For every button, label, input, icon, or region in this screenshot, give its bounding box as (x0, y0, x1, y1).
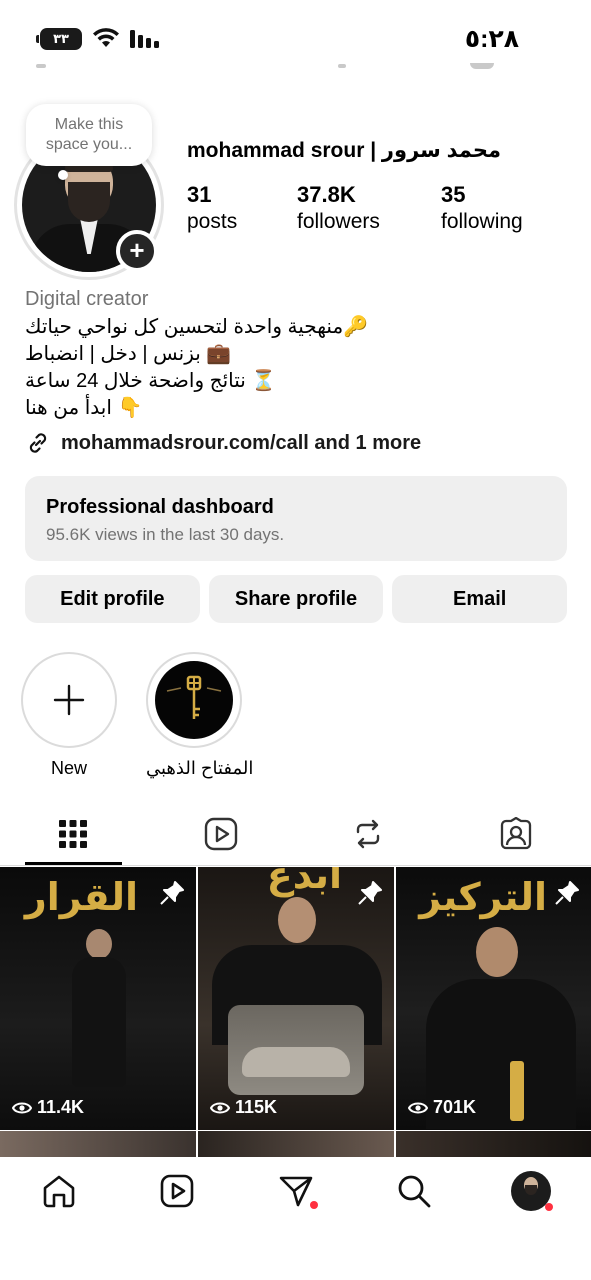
post-views-value: 701K (433, 1097, 477, 1117)
key-icon (166, 675, 222, 719)
dashboard-subtitle: 95.6K views in the last 30 days. (46, 525, 285, 544)
stat-value: 35 (441, 182, 466, 207)
stat-label: following (441, 210, 523, 233)
battery-level: ٣٣ (53, 31, 69, 46)
email-button[interactable]: Email (392, 575, 568, 623)
eye-icon (210, 1102, 230, 1113)
wifi-icon (93, 28, 119, 47)
notification-dot (545, 1203, 553, 1211)
tagged-icon (500, 817, 532, 850)
status-time: ٥:٢٨ (464, 25, 519, 53)
eye-icon (408, 1102, 428, 1113)
reposts-icon (356, 819, 380, 849)
pin-icon (160, 881, 184, 905)
edit-profile-button[interactable]: Edit profile (25, 575, 200, 623)
bio-line: ⏳ نتائج واضحة خلال 24 ساعة (25, 370, 277, 392)
post-title: ابدع (266, 867, 342, 897)
stat-posts[interactable]: 31 posts (187, 182, 237, 236)
bio-line: 💼 بزنس | دخل | انضباط (25, 343, 232, 365)
highlight-label: New (50, 758, 87, 778)
tab-grid[interactable] (53, 814, 93, 854)
post-tile-partial[interactable] (0, 1131, 196, 1157)
battery-icon: ٣٣ (36, 28, 82, 50)
profile-bio: 🔑منهجية واحدة لتحسين كل نواحي حياتك 💼 بز… (25, 314, 368, 422)
profile-actions: Edit profile Share profile Email (25, 575, 568, 623)
profile-link-text: mohammadsrour.com/call and 1 more (61, 431, 422, 454)
tab-reposts[interactable] (348, 814, 388, 854)
highlight-golden-key[interactable]: المفتاح الذهبي (146, 652, 254, 779)
nav-messages[interactable] (276, 1171, 318, 1211)
stat-value: 37.8K (297, 182, 356, 207)
eye-icon (12, 1102, 32, 1113)
reels-icon (160, 1174, 194, 1208)
stat-value: 31 (187, 182, 212, 207)
profile-link[interactable]: mohammadsrour.com/call and 1 more (25, 430, 421, 456)
note-bubble-tail (58, 170, 68, 180)
notification-dot (310, 1201, 318, 1209)
nav-search[interactable] (394, 1171, 434, 1211)
nav-profile[interactable] (511, 1171, 553, 1211)
post-view-count: 11.4K (12, 1097, 84, 1118)
search-icon (398, 1175, 431, 1208)
stat-label: followers (297, 210, 380, 233)
professional-dashboard[interactable]: Professional dashboard 95.6K views in th… (25, 476, 567, 561)
tab-reels[interactable] (201, 814, 241, 854)
post-tile[interactable]: التركيز 701K (396, 867, 591, 1130)
nav-reels[interactable] (157, 1171, 197, 1211)
share-profile-button[interactable]: Share profile (208, 575, 384, 623)
profile-username: mohammad srour | محمد سرور (187, 139, 501, 162)
post-figure (68, 929, 130, 1089)
stat-following[interactable]: 35 following (441, 182, 523, 236)
stat-label: posts (187, 210, 238, 233)
grid-icon (59, 820, 87, 848)
post-views-value: 11.4K (37, 1097, 85, 1117)
post-views-value: 115K (235, 1097, 278, 1117)
bio-line: 👇 ابدأ من هنا (25, 397, 143, 419)
add-story-button[interactable]: + (116, 230, 158, 272)
link-icon (29, 433, 47, 453)
post-figure (198, 897, 394, 1130)
home-icon (43, 1175, 75, 1208)
header-remnant-mark (338, 64, 346, 68)
nav-home[interactable] (39, 1171, 79, 1211)
post-tile[interactable]: ابدع 115K (198, 867, 394, 1130)
post-view-count: 701K (408, 1097, 476, 1118)
messages-icon (279, 1176, 313, 1207)
tab-tagged[interactable] (496, 814, 536, 854)
highlight-circle (21, 652, 117, 748)
stat-followers[interactable]: 37.8K followers (297, 182, 380, 236)
highlight-new[interactable]: New (21, 652, 117, 779)
signal-icon (130, 30, 159, 48)
post-title: التركيز (419, 875, 547, 919)
golden-key-cover (155, 661, 233, 739)
header-remnant-mark (470, 63, 494, 69)
post-tile[interactable]: القرار 11.4K (0, 867, 196, 1130)
post-tile-partial[interactable] (198, 1131, 394, 1157)
reels-icon (204, 817, 238, 851)
bio-line: 🔑منهجية واحدة لتحسين كل نواحي حياتك (25, 316, 369, 338)
header-remnant-mark (36, 64, 46, 68)
post-tile-partial[interactable] (396, 1131, 591, 1157)
dashboard-title: Professional dashboard (46, 496, 274, 518)
plus-icon (53, 684, 85, 716)
post-view-count: 115K (210, 1097, 277, 1118)
posts-grid: القرار 11.4K ابدع 115K التركيز 701K (0, 867, 591, 1157)
active-tab-indicator (25, 862, 122, 865)
pin-icon (555, 881, 579, 905)
header-remnant (0, 58, 591, 76)
highlight-label: المفتاح الذهبي (146, 758, 254, 778)
avatar-beard (68, 182, 110, 222)
profile-tabs (0, 800, 591, 866)
note-placeholder: Make this space you... (45, 116, 133, 153)
post-title: القرار (24, 875, 138, 919)
bottom-navigation (0, 1157, 591, 1280)
profile-category: Digital creator (25, 288, 149, 310)
highlight-circle (146, 652, 242, 748)
note-bubble[interactable]: Make this space you... (26, 104, 152, 166)
